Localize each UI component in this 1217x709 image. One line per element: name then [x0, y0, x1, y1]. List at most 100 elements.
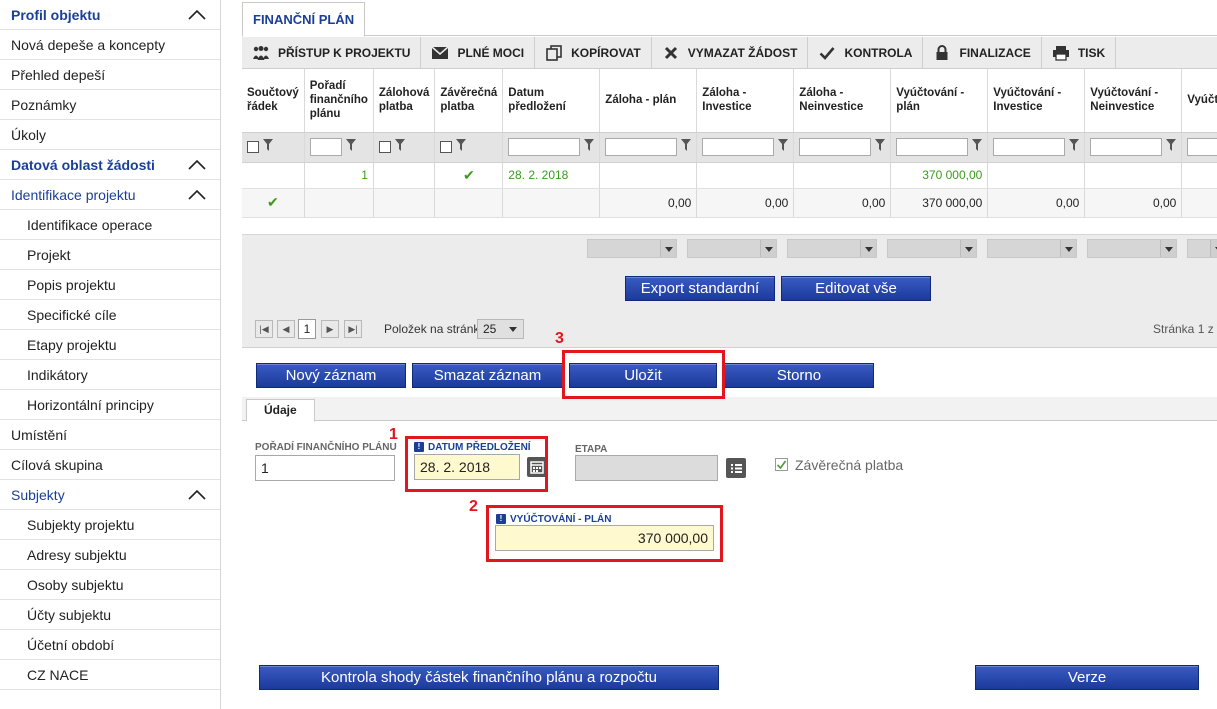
filter-icon[interactable]	[778, 139, 789, 155]
column-header[interactable]: Závěrečná platba	[434, 69, 504, 133]
aggregate-select[interactable]	[1187, 239, 1217, 258]
filter-input[interactable]	[896, 138, 969, 156]
column-header[interactable]: Součtový řádek	[242, 69, 305, 133]
sidebar-item-6[interactable]: Identifikace projektu	[0, 180, 220, 210]
sidebar-item-9[interactable]: Popis projektu	[0, 270, 220, 300]
chevron-up-icon[interactable]	[188, 9, 206, 23]
zaverecna-checkbox[interactable]	[775, 458, 788, 471]
filter-icon[interactable]	[972, 139, 983, 155]
column-header[interactable]: Pořadí finančního plánu	[304, 69, 374, 133]
first-page-icon[interactable]: |◀	[255, 320, 273, 338]
toolbar-button-printer[interactable]: TISK	[1042, 36, 1117, 69]
filter-icon[interactable]	[456, 139, 467, 155]
sidebar-item-19[interactable]: Osoby subjektu	[0, 570, 220, 600]
toolbar-button-people[interactable]: PŘÍSTUP K PROJEKTU	[242, 36, 422, 69]
toolbar-button-envelope[interactable]: PLNÉ MOCI	[421, 36, 536, 69]
sidebar-item-17[interactable]: Subjekty projektu	[0, 510, 220, 540]
chevron-down-icon[interactable]	[1160, 240, 1176, 257]
sidebar-item-5[interactable]: Datová oblast žádosti	[0, 150, 220, 180]
chevron-up-icon[interactable]	[188, 189, 206, 203]
chevron-down-icon[interactable]	[660, 240, 676, 257]
chevron-down-icon[interactable]	[1060, 240, 1076, 257]
filter-checkbox[interactable]	[247, 141, 259, 154]
filter-icon[interactable]	[681, 139, 692, 155]
filter-icon[interactable]	[1166, 139, 1177, 155]
filter-input[interactable]	[993, 138, 1066, 156]
table-row[interactable]: 1 ✔ 28. 2. 2018 370 000,00	[242, 162, 1217, 189]
column-header[interactable]: Vyúčto příjmy	[1181, 69, 1217, 133]
column-header[interactable]: Datum předložení	[502, 69, 601, 133]
sidebar-item-1[interactable]: Nová depeše a koncepty	[0, 30, 220, 60]
toolbar-button-copy[interactable]: KOPÍROVAT	[535, 36, 652, 69]
sidebar-item-22[interactable]: CZ NACE	[0, 660, 220, 690]
sidebar-item-4[interactable]: Úkoly	[0, 120, 220, 150]
new-record-button[interactable]: Nový záznam	[256, 363, 406, 388]
tab-financni-plan[interactable]: FINANČNÍ PLÁN	[242, 2, 366, 37]
column-header[interactable]: Záloha - plán	[599, 69, 698, 133]
sidebar-item-15[interactable]: Cílová skupina	[0, 450, 220, 480]
filter-input[interactable]	[605, 138, 678, 156]
prev-page-icon[interactable]: ◀	[277, 320, 295, 338]
sidebar-item-10[interactable]: Specifické cíle	[0, 300, 220, 330]
kontrola-shody-button[interactable]: Kontrola shody částek finančního plánu a…	[259, 665, 719, 690]
chevron-down-icon[interactable]	[760, 240, 776, 257]
sidebar-item-8[interactable]: Projekt	[0, 240, 220, 270]
per-page-select[interactable]: 25	[477, 319, 524, 339]
last-page-icon[interactable]: ▶|	[344, 320, 362, 338]
aggregate-select[interactable]	[587, 239, 677, 258]
filter-input[interactable]	[508, 138, 581, 156]
aggregate-select[interactable]	[987, 239, 1077, 258]
filter-icon[interactable]	[263, 139, 273, 155]
chevron-down-icon[interactable]	[1210, 240, 1217, 257]
sidebar-item-20[interactable]: Účty subjektu	[0, 600, 220, 630]
tab-udaje[interactable]: Údaje	[246, 399, 315, 422]
sidebar-item-18[interactable]: Adresy subjektu	[0, 540, 220, 570]
export-standard-button[interactable]: Export standardní	[625, 276, 775, 301]
chevron-up-icon[interactable]	[188, 159, 206, 173]
delete-record-button[interactable]: Smazat záznam	[412, 363, 563, 388]
filter-input[interactable]	[1187, 138, 1217, 156]
verze-button[interactable]: Verze	[975, 665, 1199, 690]
column-header[interactable]: Vyúčtování - plán	[890, 69, 989, 133]
aggregate-select[interactable]	[687, 239, 777, 258]
column-header[interactable]: Záloha - Neinvestice	[793, 69, 892, 133]
sidebar-item-3[interactable]: Poznámky	[0, 90, 220, 120]
column-header[interactable]: Vyúčtování - Investice	[987, 69, 1086, 133]
filter-icon[interactable]	[394, 139, 405, 155]
sidebar-item-2[interactable]: Přehled depeší	[0, 60, 220, 90]
aggregate-select[interactable]	[787, 239, 877, 258]
current-page[interactable]: 1	[298, 319, 316, 339]
etapa-input[interactable]	[575, 455, 718, 481]
aggregate-select[interactable]	[887, 239, 977, 258]
list-picker-icon[interactable]	[726, 458, 746, 478]
column-header[interactable]: Zálohová platba	[373, 69, 436, 133]
filter-icon[interactable]	[1069, 139, 1080, 155]
cancel-button[interactable]: Storno	[724, 363, 874, 388]
toolbar-button-close[interactable]: VYMAZAT ŽÁDOST	[652, 36, 809, 69]
sidebar-item-0[interactable]: Profil objektu	[0, 0, 220, 30]
sidebar-item-12[interactable]: Indikátory	[0, 360, 220, 390]
sidebar-item-21[interactable]: Účetní období	[0, 630, 220, 660]
filter-input[interactable]	[1090, 138, 1163, 156]
filter-input[interactable]	[309, 138, 342, 156]
filter-icon[interactable]	[584, 139, 595, 155]
sidebar-item-14[interactable]: Umístění	[0, 420, 220, 450]
sidebar-item-11[interactable]: Etapy projektu	[0, 330, 220, 360]
filter-icon[interactable]	[875, 139, 886, 155]
poradi-input[interactable]: 1	[255, 455, 395, 481]
edit-all-button[interactable]: Editovat vše	[781, 276, 931, 301]
chevron-up-icon[interactable]	[188, 489, 206, 503]
toolbar-button-lock[interactable]: FINALIZACE	[923, 36, 1042, 69]
aggregate-select[interactable]	[1087, 239, 1177, 258]
chevron-down-icon[interactable]	[860, 240, 876, 257]
filter-checkbox[interactable]	[378, 141, 391, 154]
filter-input[interactable]	[702, 138, 775, 156]
filter-icon[interactable]	[345, 139, 356, 155]
column-header[interactable]: Záloha - Investice	[696, 69, 795, 133]
sidebar-item-7[interactable]: Identifikace operace	[0, 210, 220, 240]
sidebar-item-13[interactable]: Horizontální principy	[0, 390, 220, 420]
filter-checkbox[interactable]	[440, 141, 453, 154]
filter-input[interactable]	[799, 138, 872, 156]
next-page-icon[interactable]: ▶	[321, 320, 339, 338]
sidebar-item-16[interactable]: Subjekty	[0, 480, 220, 510]
